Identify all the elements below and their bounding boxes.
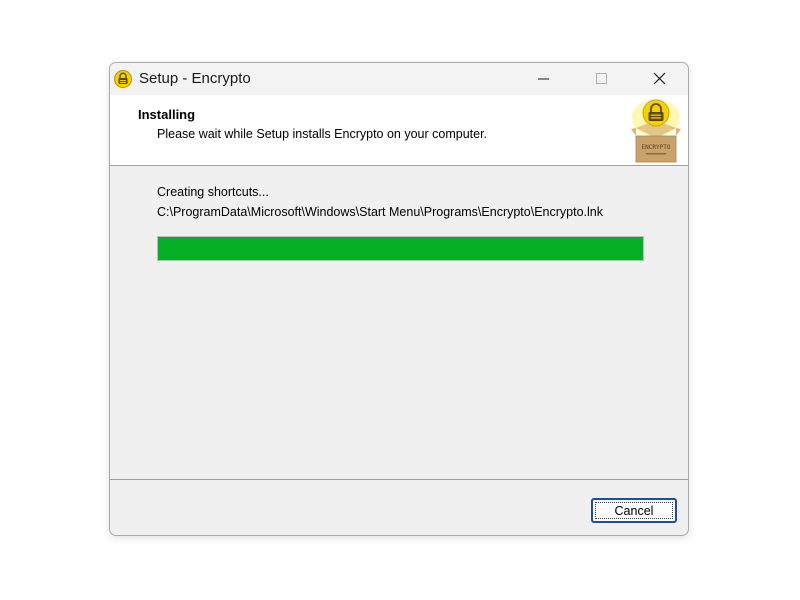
minimize-button[interactable] (520, 63, 566, 95)
maximize-button[interactable] (578, 63, 624, 95)
page-subtitle: Please wait while Setup installs Encrypt… (157, 127, 488, 141)
page-title: Installing (138, 107, 196, 122)
encrypto-box-logo: ENCRYPTO (631, 99, 681, 163)
footer-divider (110, 479, 688, 480)
cancel-button[interactable]: Cancel (591, 498, 677, 523)
progress-bar-fill (158, 237, 643, 260)
window-title: Setup - Encrypto (139, 70, 251, 87)
wizard-header: Installing Please wait while Setup insta… (110, 95, 688, 166)
current-file-path: C:\ProgramData\Microsoft\Windows\Start M… (157, 205, 603, 219)
encrypto-app-icon (114, 70, 132, 88)
status-text: Creating shortcuts... (157, 185, 269, 199)
title-bar[interactable]: Setup - Encrypto (110, 63, 688, 95)
cancel-button-label: Cancel (614, 503, 654, 518)
maximize-icon (596, 73, 607, 84)
progress-panel: Creating shortcuts... C:\ProgramData\Mic… (110, 166, 688, 479)
setup-window: Setup - Encrypto Installing Please wait … (109, 62, 689, 536)
close-button[interactable] (636, 63, 682, 95)
close-icon (653, 72, 666, 85)
box-label: ENCRYPTO (642, 144, 671, 151)
minimize-icon (538, 78, 549, 80)
progress-bar (157, 236, 644, 261)
